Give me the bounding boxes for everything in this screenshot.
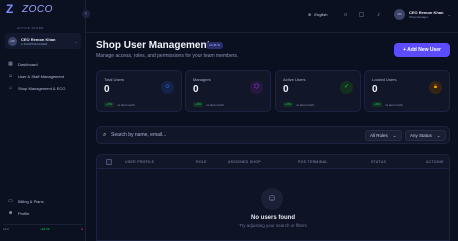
stat-card-managers: Managers 0 +0% vs last month ⬡ — [185, 70, 271, 112]
empty-state-subtitle: Try adjusting your search or filters — [239, 223, 307, 228]
users-icon: ☺ — [261, 188, 283, 210]
change-pill: +0% — [283, 102, 294, 107]
store-user-card[interactable]: CR CEO Remon Khan ● SHOPMANAGER ⌄ — [5, 33, 81, 49]
change-pill: +0% — [193, 102, 204, 107]
shield-icon: ⬡ — [250, 81, 263, 94]
column-header-status[interactable]: STATUS — [371, 160, 386, 164]
chevron-down-icon: ⌄ — [447, 12, 451, 17]
stat-card-locked-users: Locked Users 0 +0% vs last month 🔒︎ — [364, 70, 450, 112]
sidebar-item-label: Dashboard — [18, 61, 38, 67]
check-circle-icon: ✓ — [340, 81, 353, 94]
change-pill: +0% — [372, 102, 383, 107]
chevron-down-icon: ⌄ — [436, 132, 441, 138]
users-icon: ☺ — [8, 72, 14, 79]
lock-icon: 🔒︎ — [429, 81, 442, 94]
column-header-assigned-shop[interactable]: ASSIGNED SHOP — [228, 160, 261, 164]
status-select-value: Any Status — [410, 133, 432, 138]
online-dot-icon: ● — [21, 41, 23, 46]
change-note: vs last month — [117, 102, 135, 107]
store-label: ACTIVE STORE — [17, 26, 44, 30]
stat-change: +0% vs last month — [372, 102, 403, 107]
page-title: Shop User Management — [96, 40, 210, 51]
change-note: vs last month — [206, 102, 224, 107]
roles-select[interactable]: All Roles ⌄ — [365, 130, 402, 141]
version-text: v1.0 — [3, 226, 9, 231]
sidebar-item-user-staff[interactable]: ☺ User & Staff Management — [4, 70, 82, 82]
page-subtitle: Manage access, roles, and permissions fo… — [96, 53, 239, 59]
chevron-down-icon: ⌄ — [74, 38, 78, 44]
filter-bar: ⌕ All Roles ⌄ Any Status ⌄ — [96, 126, 450, 144]
table-header: USER PROFILE ROLE ASSIGNED SHOP POS TERM… — [97, 155, 449, 169]
chevron-down-icon: ⌄ — [392, 132, 397, 138]
change-note: vs last month — [385, 102, 403, 107]
column-header-pos-terminal[interactable]: POS TERMINAL — [298, 160, 328, 164]
sidebar-item-dashboard[interactable]: ▦ Dashboard — [4, 58, 82, 70]
empty-state-title: No users found — [250, 215, 295, 221]
sidebar: Z ZOCO ‹ ACTIVE STORE CR CEO Remon Khan … — [0, 0, 90, 241]
column-header-role[interactable]: ROLE — [196, 160, 207, 164]
sidebar-item-label: Profile — [18, 210, 30, 216]
topbar-user-menu[interactable]: CR CEO Remon Khan Shopmanager ⌄ — [394, 9, 451, 20]
globe-icon: ⊕ — [308, 12, 312, 17]
store-user-status: ● SHOPMANAGER — [21, 42, 55, 46]
users-table: USER PROFILE ROLE ASSIGNED SHOP POS TERM… — [96, 154, 450, 241]
sidebar-nav: ▦ Dashboard ☺ User & Staff Management ⌂ … — [4, 58, 82, 94]
sidebar-item-label: Billing & Plans — [18, 198, 44, 204]
stat-change: +0% vs last month — [193, 102, 224, 107]
sidebar-item-label: User & Staff Management — [18, 73, 64, 79]
stat-change: +0% vs last month — [104, 102, 135, 107]
column-header-actions: ACTIONS — [426, 160, 444, 164]
language-selector[interactable]: ⊕ English — [308, 12, 327, 17]
topbar: ⊕ English ☼ ▢ ♪ CR CEO Remon Khan Shopma… — [86, 0, 458, 33]
footer-stat: +16.3K — [40, 226, 50, 231]
column-header-user-profile[interactable]: USER PROFILE — [125, 160, 154, 164]
admin-badge: ADMIN — [206, 42, 224, 49]
sidebar-footer: v1.0 +16.3K ● — [3, 224, 83, 231]
logo-mark-icon: Z — [6, 2, 14, 16]
sidebar-item-billing[interactable]: ▭ Billing & Plans — [4, 195, 82, 207]
stat-card-total-users: Total Users 0 +0% vs last month ☺ — [96, 70, 182, 112]
theme-toggle-icon[interactable]: ☼ — [342, 12, 349, 19]
stat-change: +0% vs last month — [283, 102, 314, 107]
sidebar-bottom-nav: ▭ Billing & Plans ☻ Profile — [4, 195, 82, 219]
language-label: English — [314, 12, 328, 17]
bell-icon[interactable]: ♪ — [375, 12, 382, 19]
users-icon: ☺ — [161, 81, 174, 94]
logo[interactable]: Z ZOCO — [6, 3, 53, 15]
topbar-user-role: Shopmanager — [409, 15, 428, 19]
status-select[interactable]: Any Status ⌄ — [405, 130, 446, 141]
sidebar-item-shop[interactable]: ⌂ Shop Management & ECO — [4, 82, 82, 94]
chat-icon[interactable]: ▢ — [358, 12, 365, 19]
stat-card-active-users: Active Users 0 +0% vs last month ✓ — [275, 70, 361, 112]
card-icon: ▭ — [8, 197, 13, 204]
shop-icon: ⌂ — [8, 84, 13, 91]
change-note: vs last month — [296, 102, 314, 107]
search-input[interactable] — [101, 130, 301, 140]
add-new-user-button[interactable]: + Add New User — [394, 43, 450, 57]
avatar: CR — [394, 9, 405, 20]
user-icon: ☻ — [8, 209, 14, 216]
select-all-checkbox[interactable] — [106, 159, 112, 165]
store-user-status-text: SHOPMANAGER — [23, 41, 48, 46]
dashboard-icon: ▦ — [8, 60, 13, 67]
logo-text: ZOCO — [22, 3, 53, 15]
roles-select-value: All Roles — [370, 133, 388, 138]
avatar: CR — [8, 36, 17, 46]
sidebar-item-label: Shop Management & ECO — [18, 85, 66, 91]
sidebar-item-profile[interactable]: ☻ Profile — [4, 207, 82, 219]
change-pill: +0% — [104, 102, 115, 107]
status-dot-icon: ● — [81, 226, 83, 231]
